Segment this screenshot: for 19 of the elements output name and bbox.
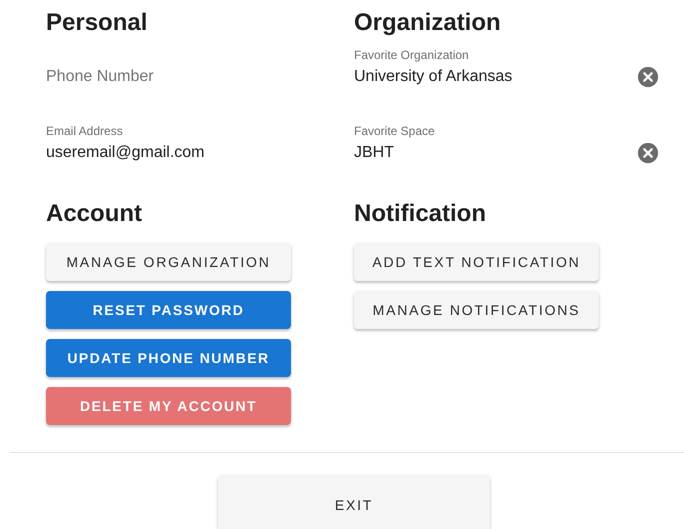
clear-icon[interactable] — [637, 142, 659, 164]
action-button[interactable]: MANAGE ORGANIZATION — [46, 243, 291, 281]
text-field[interactable]: Phone Number — [46, 65, 352, 89]
text-field[interactable]: JBHT — [354, 141, 637, 165]
text-field[interactable]: useremail@gmail.com — [46, 141, 352, 165]
section-heading: Organization — [354, 8, 502, 38]
text-field[interactable]: University of Arkansas — [354, 65, 637, 89]
section-heading: Personal — [46, 8, 148, 38]
section-heading: Account — [46, 199, 143, 229]
field-label: Favorite Organization — [354, 47, 469, 63]
action-button[interactable]: RESET PASSWORD — [46, 291, 291, 329]
action-button[interactable]: MANAGE NOTIFICATIONS — [354, 291, 599, 329]
exit-button[interactable]: EXIT — [218, 475, 490, 529]
field-label: Email Address — [46, 123, 123, 139]
section-heading: Notification — [354, 199, 487, 229]
action-button[interactable]: ADD TEXT NOTIFICATION — [354, 243, 599, 281]
clear-icon[interactable] — [637, 66, 659, 88]
field-label: Favorite Space — [354, 123, 435, 139]
action-button[interactable]: UPDATE PHONE NUMBER — [46, 339, 291, 377]
